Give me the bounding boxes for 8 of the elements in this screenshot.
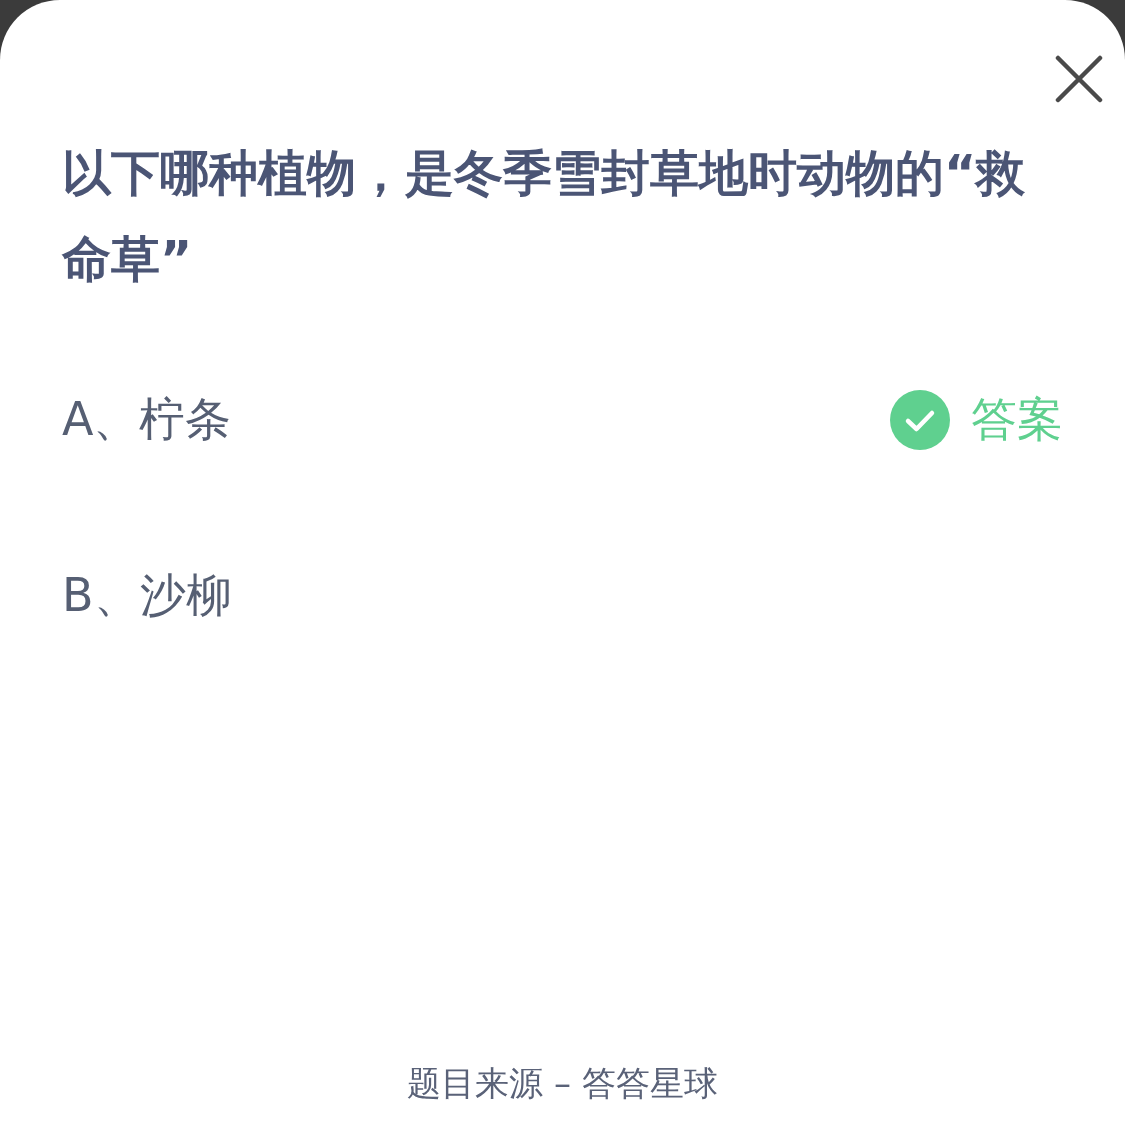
close-icon[interactable] — [1055, 55, 1103, 103]
answer-tag: 答案 — [971, 389, 1063, 451]
question-text: 以下哪种植物，是冬季雪封草地时动物的“救命草” — [62, 144, 1027, 290]
source-text: 题目来源 – 答答星球 — [407, 1062, 718, 1105]
option-label: B、沙柳 — [62, 567, 232, 624]
answer-option[interactable]: A、柠条 答案 — [62, 391, 1063, 449]
answer-option[interactable]: B、沙柳 — [62, 567, 1063, 625]
option-label: A、柠条 — [62, 391, 232, 448]
